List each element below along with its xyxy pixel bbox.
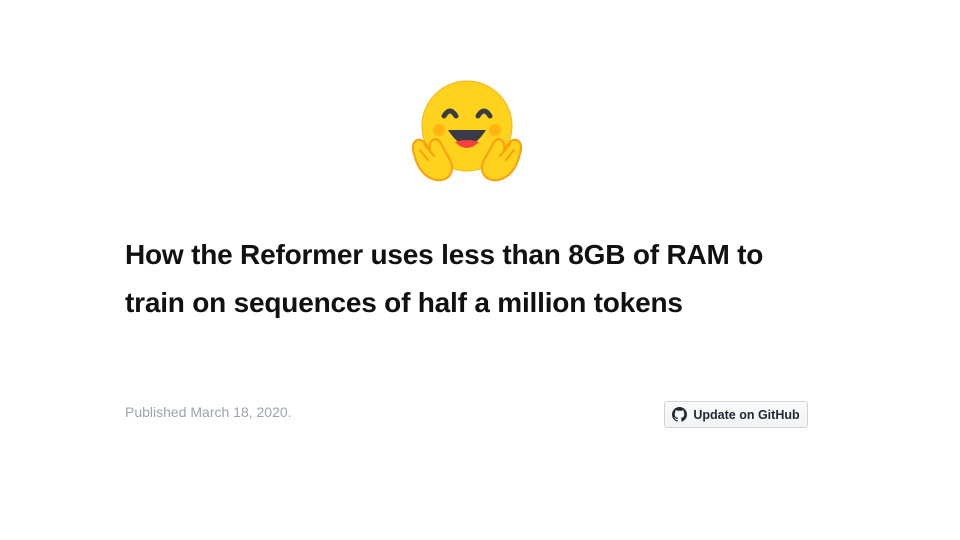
- blog-header: How the Reformer uses less than 8GB of R…: [0, 0, 960, 540]
- update-on-github-button[interactable]: Update on GitHub: [664, 401, 808, 428]
- update-on-github-label: Update on GitHub: [693, 407, 800, 422]
- published-date: Published March 18, 2020.: [125, 404, 292, 420]
- article-title: How the Reformer uses less than 8GB of R…: [125, 231, 845, 327]
- hugging-face-emoji-icon: [412, 80, 522, 182]
- article-title-line-1: How the Reformer uses less than 8GB of R…: [125, 239, 764, 270]
- article-title-line-2: train on sequences of half a million tok…: [125, 287, 683, 318]
- github-icon: [672, 407, 688, 422]
